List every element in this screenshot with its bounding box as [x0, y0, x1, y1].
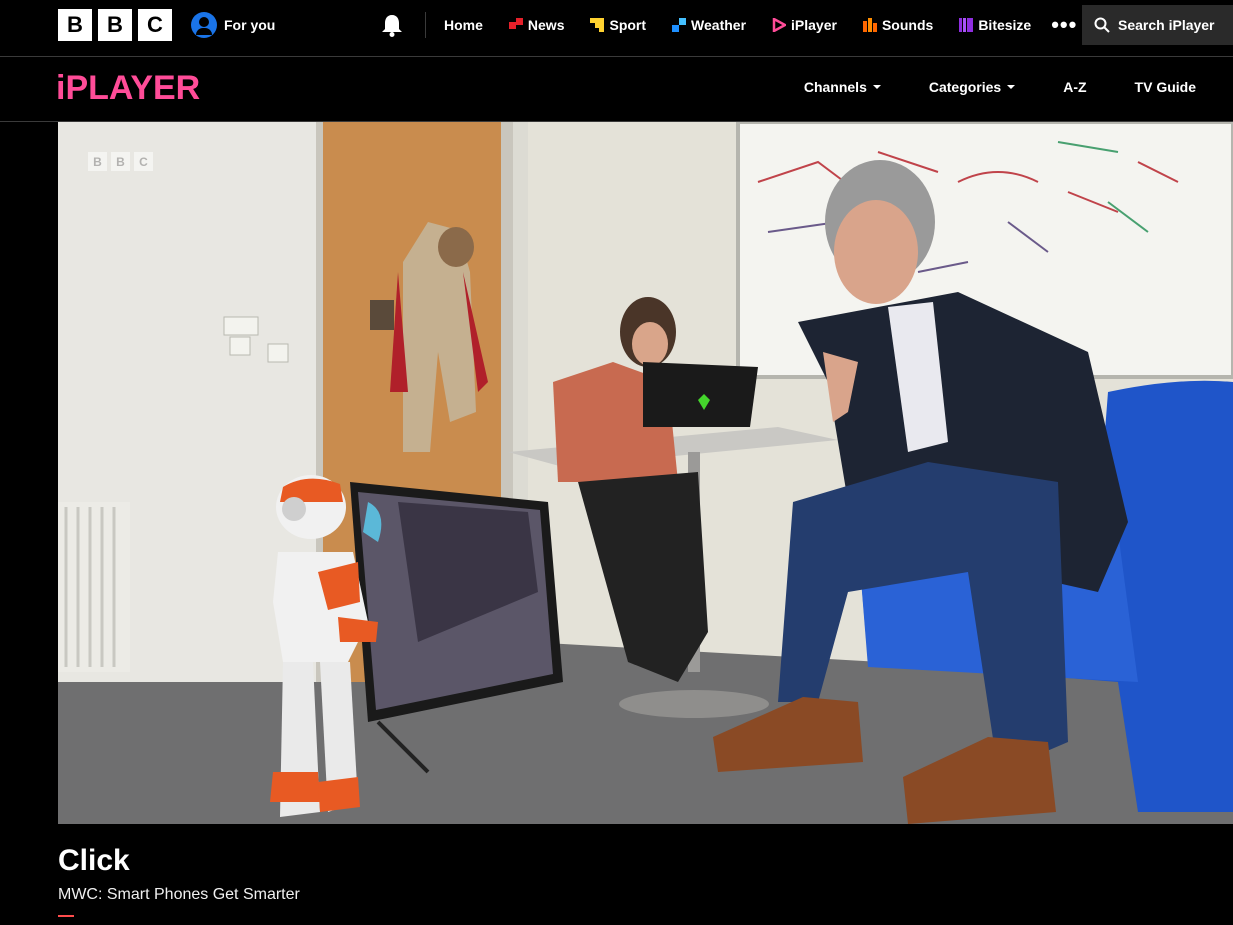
- for-you-label: For you: [224, 17, 276, 33]
- nav-divider: [425, 12, 426, 38]
- bbc-logo-letter: B: [98, 9, 132, 41]
- nav-label: Sport: [609, 17, 647, 33]
- more-menu-icon[interactable]: •••: [1051, 14, 1077, 36]
- nav-label: Weather: [691, 17, 747, 33]
- video-player[interactable]: B B C: [58, 122, 1233, 824]
- watermark-letter: B: [88, 152, 107, 171]
- nav-label: Channels: [803, 79, 867, 95]
- bbc-watermark: B B C: [88, 152, 153, 171]
- watermark-letter: C: [134, 152, 153, 171]
- bbc-global-nav: B B C For you Home News Sport Weather iP…: [0, 0, 1233, 57]
- bbc-logo[interactable]: B B C: [58, 9, 172, 41]
- nav-label: A-Z: [1063, 79, 1087, 95]
- nav-sounds[interactable]: Sounds: [862, 17, 934, 33]
- notifications-bell-icon[interactable]: [381, 13, 403, 37]
- search-iplayer-button[interactable]: Search iPlayer: [1082, 5, 1233, 45]
- programme-title: Click: [58, 844, 130, 877]
- video-frame: [58, 122, 1233, 824]
- chevron-down-icon: [1007, 85, 1016, 89]
- weather-icon: [672, 18, 687, 32]
- nav-iplayer[interactable]: iPlayer: [772, 17, 837, 33]
- nav-channels[interactable]: Channels: [804, 79, 881, 95]
- nav-label: Sounds: [881, 17, 934, 33]
- nav-label: iPlayer: [791, 17, 837, 33]
- global-nav-links: Home News Sport Weather iPlayer Sounds B…: [444, 0, 1103, 50]
- sounds-icon: [862, 18, 877, 32]
- nav-label: News: [527, 17, 565, 33]
- nav-categories[interactable]: Categories: [928, 79, 1016, 95]
- nav-label: Categories: [928, 79, 1002, 95]
- bbc-logo-letter: C: [138, 9, 172, 41]
- nav-label: TV Guide: [1134, 79, 1196, 95]
- nav-a-z[interactable]: A-Z: [1063, 79, 1086, 95]
- nav-sport[interactable]: Sport: [590, 17, 646, 33]
- sport-icon: [590, 18, 605, 32]
- search-icon: [1094, 17, 1110, 33]
- account-icon: [191, 12, 217, 38]
- search-label: Search iPlayer: [1118, 17, 1215, 33]
- iplayer-icon: [772, 18, 787, 32]
- for-you-link[interactable]: For you: [191, 12, 275, 38]
- bitesize-icon: [959, 18, 974, 32]
- nav-bitesize[interactable]: Bitesize: [959, 17, 1031, 33]
- nav-weather[interactable]: Weather: [672, 17, 746, 33]
- nav-label: Home: [444, 17, 483, 33]
- iplayer-logo[interactable]: iPLAYER: [56, 69, 200, 108]
- episode-title: MWC: Smart Phones Get Smarter: [58, 886, 300, 903]
- nav-tv-guide[interactable]: TV Guide: [1135, 79, 1196, 95]
- chevron-down-icon: [872, 85, 881, 89]
- news-icon: [508, 18, 523, 29]
- iplayer-nav: iPLAYER Channels Categories A-Z TV Guide: [0, 57, 1233, 122]
- bbc-logo-letter: B: [58, 9, 92, 41]
- nav-home[interactable]: Home: [444, 17, 483, 33]
- watermark-letter: B: [111, 152, 130, 171]
- accent-underline: [58, 915, 74, 917]
- nav-news[interactable]: News: [508, 17, 565, 33]
- iplayer-nav-links: Channels Categories A-Z TV Guide: [804, 79, 1196, 95]
- nav-label: Bitesize: [978, 17, 1032, 33]
